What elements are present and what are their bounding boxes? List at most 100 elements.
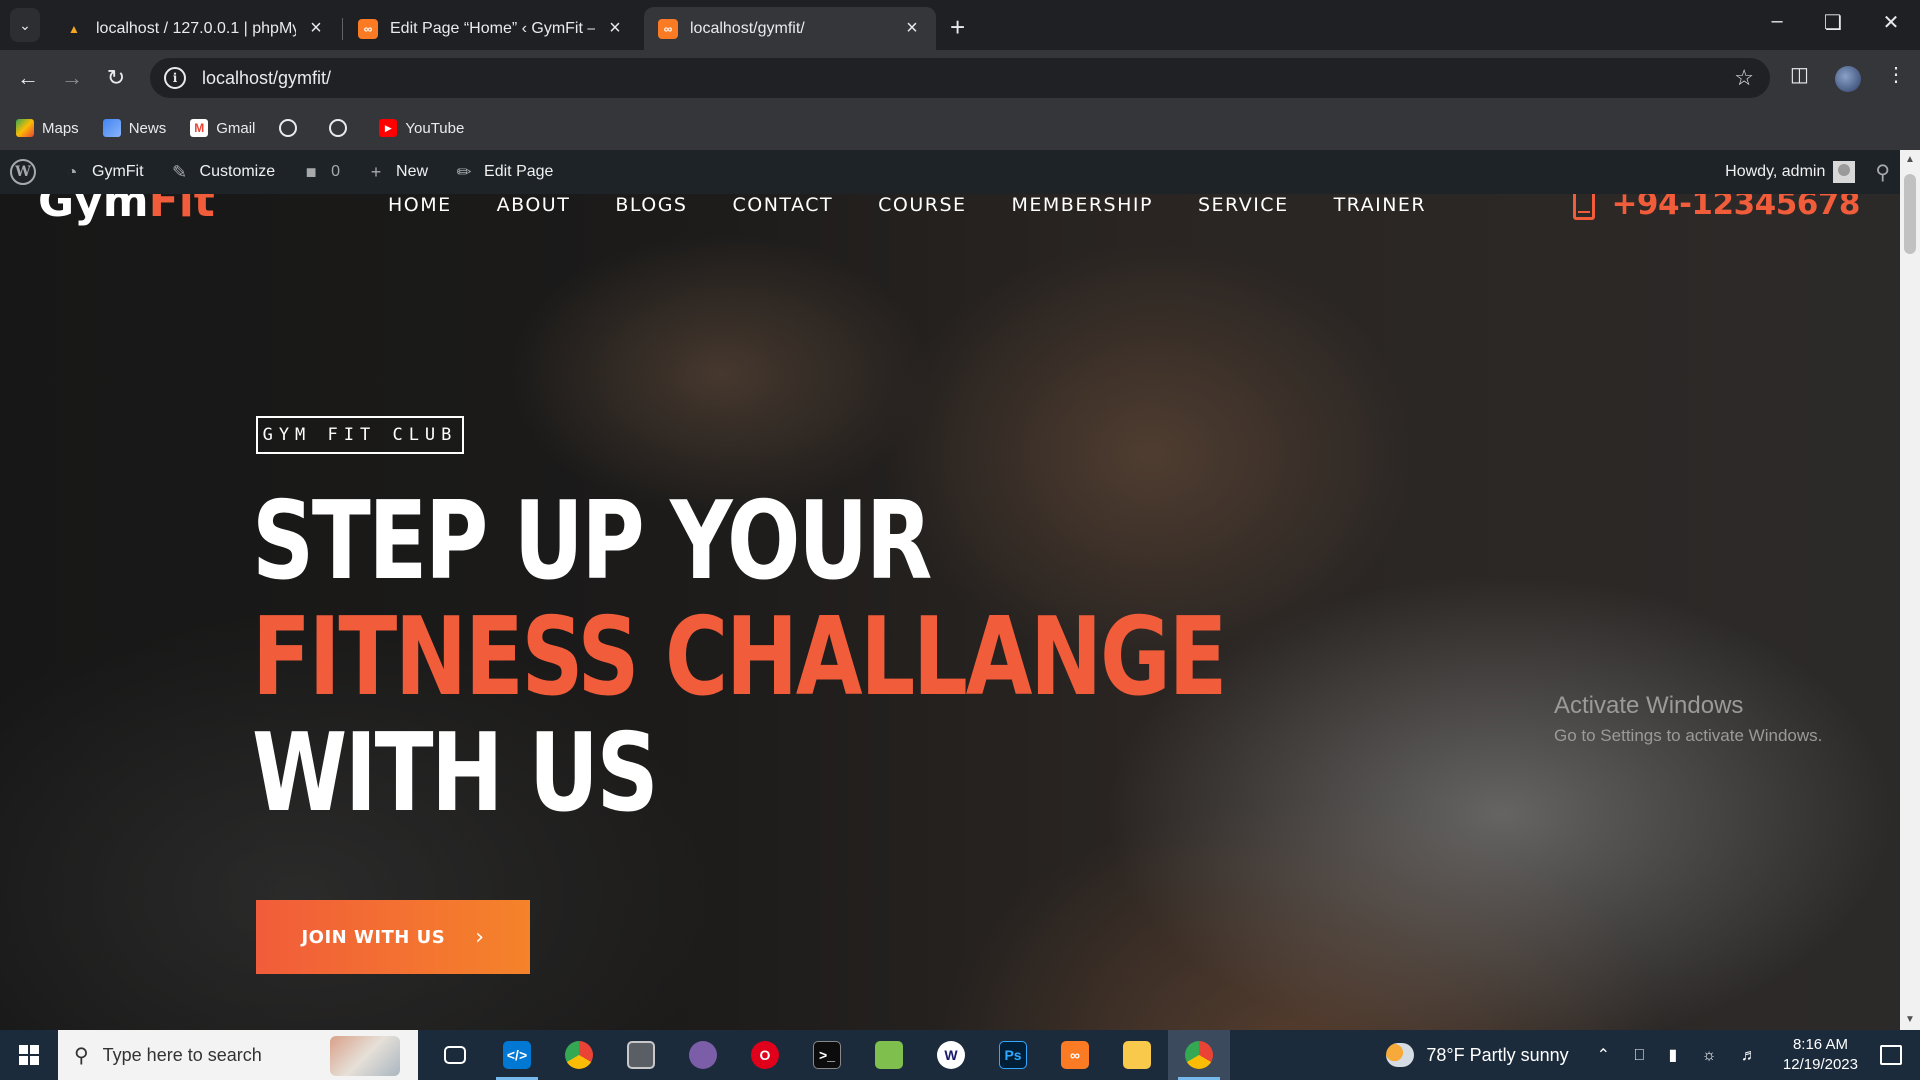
plus-icon: + xyxy=(370,161,382,182)
taskbar-clock[interactable]: 8:16 AM 12/19/2023 xyxy=(1783,1035,1858,1075)
wp-admin-bar: W ◔ GymFit ✎ Customize ■ 0 + New ✏ Edit … xyxy=(0,150,1900,194)
taskbar-chrome-active[interactable] xyxy=(1168,1030,1230,1080)
globe-icon xyxy=(279,119,298,137)
taskbar-explorer-window[interactable] xyxy=(610,1030,672,1080)
side-panel-icon[interactable]: ◫ xyxy=(1790,62,1809,87)
headline-line-2: FITNESS CHALLANGE xyxy=(252,595,1228,720)
comment-icon: ■ xyxy=(305,161,317,182)
scrollbar-thumb[interactable] xyxy=(1904,174,1916,254)
logo-suffix: Fit xyxy=(148,194,215,227)
search-highlight-image xyxy=(330,1036,400,1076)
nav-service[interactable]: SERVICE xyxy=(1198,194,1289,216)
reload-button[interactable]: ↻ xyxy=(100,62,132,94)
bookmark-label: YouTube xyxy=(405,119,465,137)
tab-gymfit[interactable]: ∞ localhost/gymfit/ × xyxy=(644,7,936,50)
tab-search-button[interactable]: ⌄ xyxy=(10,8,40,42)
scroll-up-arrow-icon[interactable]: ▲ xyxy=(1900,150,1920,170)
tray-icons[interactable]: ⌃ ⎕ ▮ ☼ ♬ xyxy=(1597,1045,1767,1065)
folder-icon xyxy=(1123,1041,1151,1069)
scroll-down-arrow-icon[interactable]: ▼ xyxy=(1900,1010,1920,1030)
nav-about[interactable]: ABOUT xyxy=(497,194,571,216)
nav-home[interactable]: HOME xyxy=(388,194,452,216)
nav-blogs[interactable]: BLOGS xyxy=(615,194,687,216)
taskbar-terminal[interactable]: >_ xyxy=(796,1030,858,1080)
taskbar-chrome[interactable] xyxy=(548,1030,610,1080)
nav-contact[interactable]: CONTACT xyxy=(733,194,834,216)
taskbar-xampp[interactable]: ∞ xyxy=(1044,1030,1106,1080)
xampp-icon: ∞ xyxy=(1061,1041,1089,1069)
bookmark-maps[interactable]: Maps xyxy=(16,119,79,137)
tab-title: localhost / 127.0.0.1 | phpMyAd xyxy=(96,19,296,37)
site-logo[interactable]: GymFit xyxy=(38,194,215,227)
w-app-icon: W xyxy=(937,1041,965,1069)
task-view-button[interactable] xyxy=(424,1030,486,1080)
back-button[interactable]: ← xyxy=(12,62,44,94)
wp-comments[interactable]: ■ 0 xyxy=(299,160,340,184)
maps-icon xyxy=(16,119,34,137)
page-scrollbar[interactable]: ▲ ▼ xyxy=(1900,150,1920,1030)
forward-button[interactable]: → xyxy=(56,62,88,94)
task-view-icon xyxy=(444,1046,466,1064)
nav-trainer[interactable]: TRAINER xyxy=(1334,194,1427,216)
taskbar-search[interactable]: ⚲ Type here to search xyxy=(58,1030,418,1080)
phpmyadmin-icon: ▲ xyxy=(68,21,80,36)
bookmark-star-icon[interactable]: ☆ xyxy=(1734,65,1754,91)
notification-icon[interactable] xyxy=(1880,1045,1902,1065)
minimize-button[interactable]: – xyxy=(1762,10,1792,33)
tab-edit-page[interactable]: ∞ Edit Page “Home” ‹ GymFit — W × xyxy=(344,7,639,50)
address-bar[interactable]: i localhost/gymfit/ ☆ xyxy=(150,58,1770,98)
nav-course[interactable]: COURSE xyxy=(878,194,966,216)
tab-separator xyxy=(342,18,343,40)
restore-button[interactable]: ❏ xyxy=(1818,10,1848,35)
bookmark-globe-2[interactable] xyxy=(329,119,355,137)
brush-icon: ✎ xyxy=(172,161,188,182)
start-button[interactable] xyxy=(0,1030,58,1080)
taskbar-notepad[interactable] xyxy=(858,1030,920,1080)
activate-windows-watermark: Activate Windows Go to Settings to activ… xyxy=(1554,692,1822,746)
howdy-label[interactable]: Howdy, admin xyxy=(1725,163,1825,181)
window-close-button[interactable]: ✕ xyxy=(1876,10,1906,35)
watermark-title: Activate Windows xyxy=(1554,692,1744,719)
join-button-label: JOIN WITH US xyxy=(301,926,446,948)
phone-icon xyxy=(1573,194,1596,220)
wp-new[interactable]: + New xyxy=(364,160,428,184)
join-button[interactable]: JOIN WITH US › xyxy=(256,900,530,974)
weather-widget[interactable]: 78°F Partly sunny xyxy=(1386,1043,1569,1067)
bookmark-news[interactable]: News xyxy=(102,119,166,137)
watermark-subtitle: Go to Settings to activate Windows. xyxy=(1554,726,1823,745)
wp-site-name[interactable]: ◔ GymFit xyxy=(60,160,144,184)
wp-logo-menu[interactable]: W xyxy=(10,159,36,185)
bookmark-gmail[interactable]: M Gmail xyxy=(190,119,255,137)
wp-customize[interactable]: ✎ Customize xyxy=(168,160,275,184)
taskbar-vscode[interactable]: </> xyxy=(486,1030,548,1080)
headline-line-1: STEP UP YOUR xyxy=(252,479,932,604)
taskbar-app-w[interactable]: W xyxy=(920,1030,982,1080)
taskbar-github[interactable] xyxy=(672,1030,734,1080)
avatar[interactable] xyxy=(1833,161,1856,183)
close-icon[interactable]: × xyxy=(306,17,326,40)
globe-icon xyxy=(329,119,348,137)
taskbar-opera[interactable]: O xyxy=(734,1030,796,1080)
new-tab-button[interactable]: + xyxy=(950,12,965,43)
avatar[interactable] xyxy=(1835,66,1861,92)
new-label: New xyxy=(396,163,429,180)
taskbar-photoshop[interactable]: Ps xyxy=(982,1030,1044,1080)
bookmark-globe-1[interactable] xyxy=(279,119,305,137)
bookmark-label: Gmail xyxy=(216,119,256,137)
taskbar-file-explorer[interactable] xyxy=(1106,1030,1168,1080)
chrome-icon xyxy=(1185,1041,1213,1069)
menu-kebab-icon[interactable]: ⋮ xyxy=(1886,62,1906,87)
nav-membership[interactable]: MEMBERSHIP xyxy=(1012,194,1153,216)
phone-contact[interactable]: +94-12345678 xyxy=(1573,194,1860,222)
tab-title: Edit Page “Home” ‹ GymFit — W xyxy=(390,19,595,37)
tab-phpmyadmin[interactable]: ▲ localhost / 127.0.0.1 | phpMyAd × xyxy=(50,7,340,50)
chrome-icon xyxy=(565,1041,593,1069)
comments-count: 0 xyxy=(331,163,341,180)
close-icon[interactable]: × xyxy=(902,17,922,40)
bookmark-youtube[interactable]: ▶ YouTube xyxy=(379,119,464,137)
search-icon[interactable]: ⚲ xyxy=(1875,160,1890,185)
close-icon[interactable]: × xyxy=(605,17,625,40)
wp-edit-page[interactable]: ✏ Edit Page xyxy=(452,160,554,184)
search-icon: ⚲ xyxy=(74,1044,89,1067)
info-icon[interactable]: i xyxy=(164,67,186,89)
